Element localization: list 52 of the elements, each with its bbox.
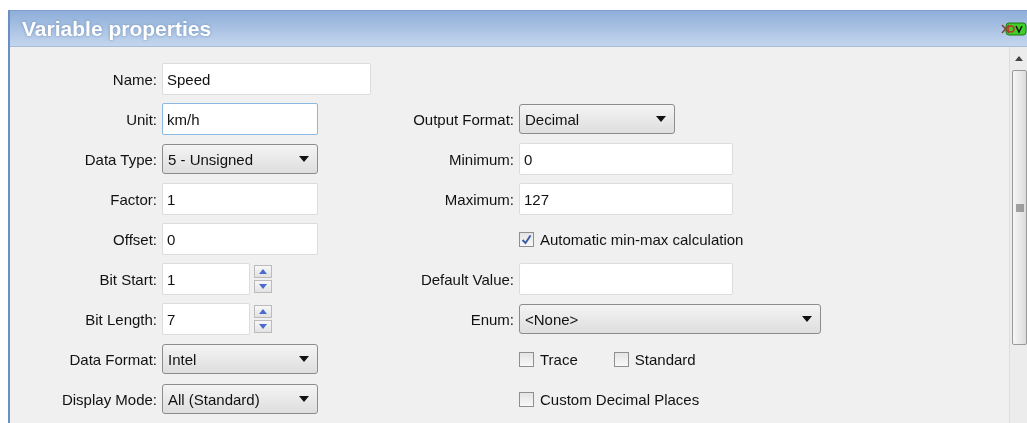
down-arrow-icon [259,324,267,329]
field-label: Factor: [110,190,157,208]
checkbox[interactable]: Automatic min-max calculation [519,230,744,248]
input-field[interactable]: 1 [162,263,250,295]
check-icon [521,233,532,245]
input-field[interactable]: 0 [519,143,733,175]
field-label: Offset: [113,230,157,248]
up-arrow-icon [259,309,267,314]
input-field[interactable]: km/h [162,103,318,135]
field-label: Output Format: [413,110,514,128]
checkbox[interactable]: Custom Decimal Places [519,390,700,408]
spin-down-button[interactable] [254,280,272,293]
field-label: Display Mode: [61,390,157,408]
checkbox[interactable]: Standard [613,350,696,368]
scrollbar[interactable] [1009,47,1027,423]
scroll-up-icon[interactable] [1013,55,1024,61]
field-label: Data Type: [84,150,157,168]
field-label: Default Value: [420,270,514,288]
caret-icon [656,116,666,122]
checkbox[interactable]: Trace [519,350,578,368]
field-label: Name: [112,70,157,88]
caret-icon [802,316,812,322]
dropdown[interactable]: Intel [162,344,318,374]
status-icon [1001,21,1027,36]
input-field[interactable]: 1 [162,183,318,215]
spin-up-button[interactable] [254,265,272,278]
caret-icon [299,356,309,362]
field-label: Unit: [126,110,157,128]
dropdown[interactable]: Decimal [519,104,675,134]
window-title: Variable properties [22,16,212,41]
up-arrow-icon [259,269,267,274]
field-label: Maximum: [444,190,514,208]
dropdown[interactable]: 5 - Unsigned [162,144,318,174]
spin-up-button[interactable] [254,305,272,318]
grip-icon [1015,203,1024,212]
down-arrow-icon [259,284,267,289]
dropdown[interactable]: All (Standard) [162,384,318,414]
spin-down-button[interactable] [254,320,272,333]
input-field[interactable]: Speed [162,63,371,95]
input-field[interactable]: 127 [519,183,733,215]
field-label: Enum: [470,310,514,328]
input-field[interactable]: 7 [162,303,250,335]
field-label: Bit Length: [85,310,157,328]
input-field[interactable] [519,263,733,295]
scroll-thumb[interactable] [1012,70,1027,345]
field-label: Minimum: [449,150,514,168]
dropdown[interactable]: <None> [519,304,821,334]
caret-icon [299,156,309,162]
field-label: Data Format: [69,350,157,368]
input-field[interactable]: 0 [162,223,318,255]
field-label: Bit Start: [99,270,157,288]
caret-icon [299,396,309,402]
